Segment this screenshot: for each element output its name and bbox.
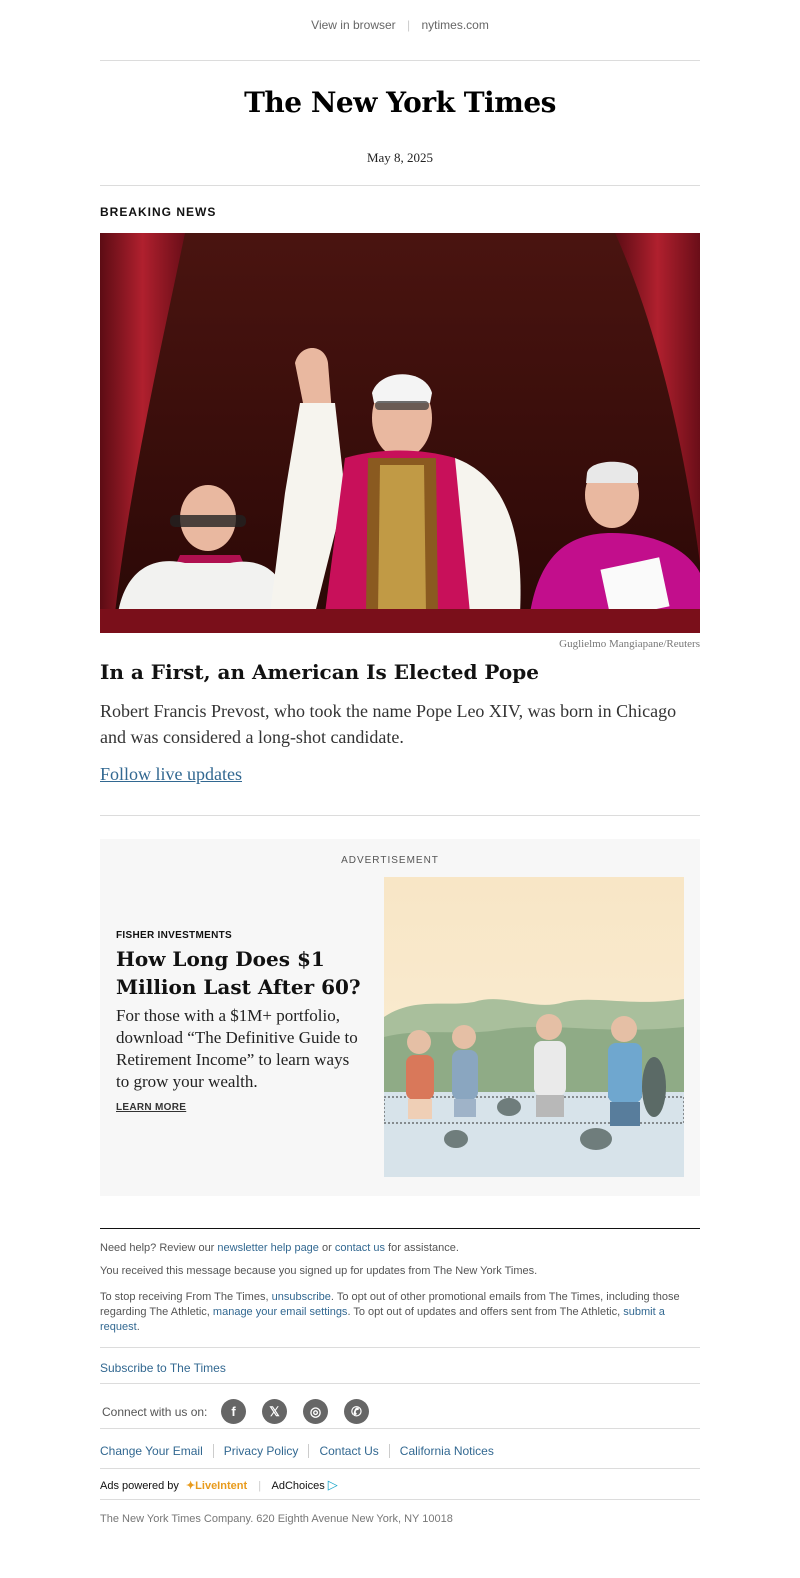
connect-label: Connect with us on:	[102, 1405, 208, 1419]
story-summary: Robert Francis Prevost, who took the nam…	[100, 701, 677, 747]
top-links: View in browser | nytimes.com	[100, 18, 700, 32]
ad-body: For those with a $1M+ portfolio, downloa…	[116, 1006, 358, 1091]
liveintent-logo[interactable]: ✦LiveIntent	[186, 1480, 250, 1492]
instagram-icon[interactable]: ◎	[303, 1399, 328, 1424]
help-prefix: Need help? Review our	[100, 1242, 218, 1254]
divider	[100, 1347, 700, 1348]
help-or: or	[318, 1242, 335, 1254]
california-notices-link[interactable]: California Notices	[388, 1444, 504, 1458]
pickleball-illustration	[384, 877, 684, 1177]
unsubscribe-link[interactable]: unsubscribe	[272, 1291, 331, 1303]
received-notice: You received this message because you si…	[100, 1265, 538, 1277]
adchoices-label: AdChoices	[271, 1480, 325, 1492]
newsletter-help-link[interactable]: newsletter help page	[217, 1242, 319, 1254]
ad-label: ADVERTISEMENT	[341, 855, 439, 866]
nytimes-link[interactable]: nytimes.com	[421, 18, 488, 32]
photo-credit: Guglielmo Mangiapane/Reuters	[559, 638, 700, 650]
issue-date: May 8, 2025	[366, 150, 434, 165]
divider	[100, 1383, 700, 1384]
ad-sponsor: FISHER INVESTMENTS	[116, 930, 232, 941]
facebook-icon[interactable]: f	[221, 1399, 246, 1424]
liveintent-label: LiveIntent	[195, 1480, 248, 1492]
footer-links: Change Your Email Privacy Policy Contact U…	[100, 1444, 504, 1458]
view-in-browser-link[interactable]: View in browser	[311, 18, 395, 32]
story-headline[interactable]: In a First, an American Is Elected Pope	[100, 660, 700, 684]
ads-powered-label: Ads powered by	[100, 1480, 179, 1492]
ad-illustration[interactable]	[384, 877, 684, 1177]
learn-more-link[interactable]: LEARN MORE	[116, 1102, 186, 1113]
breaking-news-label: BREAKING NEWS	[100, 205, 217, 219]
divider	[100, 1499, 700, 1500]
stop-text-4: .	[136, 1321, 140, 1333]
ads-powered-row: Ads powered by ✦LiveIntent | AdChoices ▷	[100, 1477, 338, 1497]
divider	[100, 60, 700, 61]
adchoices-icon: ▷	[327, 1477, 338, 1492]
advertisement-block[interactable]: ADVERTISEMENT FISHER INVESTMENTS How Lon…	[100, 839, 700, 1196]
x-icon[interactable]: 𝕏	[262, 1399, 287, 1424]
pope-balcony-image	[100, 233, 700, 633]
hero-photo[interactable]	[100, 233, 700, 633]
help-suffix: for assistance.	[384, 1242, 459, 1254]
divider: |	[258, 1480, 262, 1492]
whatsapp-icon[interactable]: ✆	[344, 1399, 369, 1424]
contact-us-footer-link[interactable]: Contact Us	[308, 1444, 389, 1458]
divider	[100, 185, 700, 186]
stop-text-1: To stop receiving From The Times,	[100, 1291, 272, 1303]
divider	[100, 1428, 700, 1429]
social-row: Connect with us on: f 𝕏 ◎ ✆	[100, 1397, 700, 1427]
help-text: Need help? Review our newsletter help pa…	[100, 1241, 700, 1256]
privacy-policy-link[interactable]: Privacy Policy	[212, 1444, 309, 1458]
liveintent-icon: ✦	[185, 1480, 196, 1492]
divider	[100, 1468, 700, 1469]
contact-us-link[interactable]: contact us	[335, 1242, 385, 1254]
divider	[100, 815, 700, 816]
nyt-logo[interactable]: The New York Times	[100, 86, 700, 119]
manage-settings-link[interactable]: manage your email settings	[213, 1306, 348, 1318]
footer-divider	[100, 1228, 700, 1229]
ad-headline[interactable]: How Long Does $1 Million Last After 60?	[116, 945, 366, 1001]
stop-text-3: . To opt out of updates and offers sent …	[347, 1306, 624, 1318]
unsubscribe-notice: To stop receiving From The Times, unsubs…	[100, 1290, 700, 1335]
adchoices-logo[interactable]: AdChoices ▷	[271, 1477, 338, 1492]
company-address: The New York Times Company. 620 Eighth A…	[100, 1513, 453, 1525]
divider: |	[407, 18, 411, 32]
change-email-link[interactable]: Change Your Email	[100, 1444, 213, 1458]
subscribe-link[interactable]: Subscribe to The Times	[100, 1361, 226, 1375]
live-updates-link[interactable]: Follow live updates	[100, 764, 242, 785]
